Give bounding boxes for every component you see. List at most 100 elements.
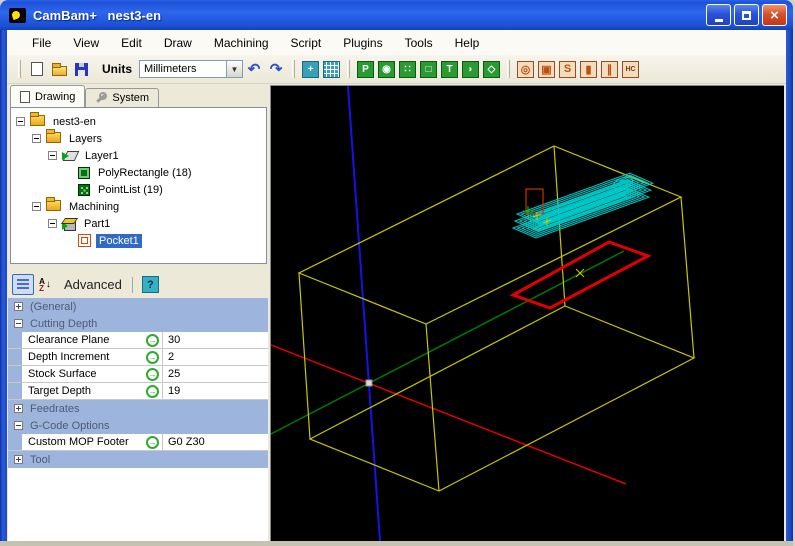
mop-engrave-button[interactable]: S: [559, 61, 576, 78]
units-label: Units: [102, 62, 132, 76]
category-tool[interactable]: Tool: [8, 451, 268, 468]
clearance-plane-value[interactable]: 30: [163, 332, 268, 348]
tree-label-pointlist[interactable]: PointList (19): [95, 183, 166, 197]
category-gcode-options[interactable]: G-Code Options: [8, 417, 268, 434]
folder-icon: [46, 200, 61, 211]
tree-node-pointlist[interactable]: PointList (19): [11, 181, 266, 198]
undo-button[interactable]: ↶: [243, 58, 265, 80]
folder-icon: [30, 115, 45, 126]
property-row-stock-surface[interactable]: Stock Surface → 25: [8, 366, 268, 383]
stock-surface-value[interactable]: 25: [163, 366, 268, 382]
category-feedrates-label: Feedrates: [30, 403, 80, 415]
close-button[interactable]: ×: [762, 4, 787, 26]
expand-icon[interactable]: [14, 404, 23, 413]
depth-increment-value[interactable]: 2: [163, 349, 268, 365]
tree-node-part1[interactable]: Part1: [11, 215, 266, 232]
tree-label-layer1[interactable]: Layer1: [82, 149, 122, 163]
edit-arrow-icon[interactable]: →: [146, 436, 159, 449]
viewport-3d[interactable]: [270, 85, 784, 541]
menu-draw[interactable]: Draw: [153, 33, 203, 53]
category-feedrates[interactable]: Feedrates: [8, 400, 268, 417]
edit-arrow-icon[interactable]: →: [146, 385, 159, 398]
expand-icon[interactable]: [14, 302, 23, 311]
collapse-icon[interactable]: [48, 151, 57, 160]
tree-label-file[interactable]: nest3-en: [50, 115, 99, 129]
edit-arrow-icon[interactable]: →: [146, 368, 159, 381]
open-file-button[interactable]: [48, 58, 70, 80]
tree-label-pocket1[interactable]: Pocket1: [96, 234, 142, 248]
collapse-icon[interactable]: [14, 421, 23, 430]
tree-node-pocket1[interactable]: Pocket1: [11, 232, 266, 249]
tree-node-machining[interactable]: Machining: [11, 198, 266, 215]
collapse-icon[interactable]: [16, 117, 25, 126]
category-general[interactable]: (General): [8, 298, 268, 315]
collapse-icon[interactable]: [14, 319, 23, 328]
draw-pointlist-button[interactable]: ∷: [399, 61, 416, 78]
folder-icon: [46, 132, 61, 143]
tree-node-file[interactable]: nest3-en: [11, 113, 266, 130]
property-row-clearance-plane[interactable]: Clearance Plane → 30: [8, 332, 268, 349]
draw-arc-button[interactable]: ◗: [462, 61, 479, 78]
tree-label-part1[interactable]: Part1: [81, 217, 113, 231]
edit-arrow-icon[interactable]: →: [146, 351, 159, 364]
edit-arrow-icon[interactable]: →: [146, 334, 159, 347]
categorized-view-button[interactable]: [12, 274, 34, 295]
help-button[interactable]: ?: [142, 276, 159, 293]
category-cutting-depth-label: Cutting Depth: [30, 318, 97, 330]
menu-help[interactable]: Help: [444, 33, 491, 53]
new-file-icon: [31, 62, 43, 76]
tab-drawing[interactable]: Drawing: [10, 85, 85, 107]
tree-node-polyrectangle[interactable]: PolyRectangle (18): [11, 164, 266, 181]
tree-label-layers[interactable]: Layers: [66, 132, 105, 146]
menu-edit[interactable]: Edit: [110, 33, 153, 53]
category-cutting-depth[interactable]: Cutting Depth: [8, 315, 268, 332]
mop-drill-button[interactable]: ◎: [517, 61, 534, 78]
draw-surface-button[interactable]: ◇: [483, 61, 500, 78]
draw-circle-button[interactable]: ◉: [378, 61, 395, 78]
layer-icon: [62, 150, 77, 161]
tab-system[interactable]: System: [85, 88, 159, 107]
show-grid-button[interactable]: [323, 61, 340, 78]
advanced-button[interactable]: Advanced: [64, 277, 122, 292]
draw-rectangle-button[interactable]: □: [420, 61, 437, 78]
tree-node-layer1[interactable]: Layer1: [11, 147, 266, 164]
custom-mop-footer-value[interactable]: G0 Z30: [163, 434, 268, 450]
collapse-icon[interactable]: [32, 202, 41, 211]
units-dropdown-button[interactable]: ▼: [227, 60, 243, 78]
mop-lathe-button[interactable]: ∥: [601, 61, 618, 78]
menu-tools[interactable]: Tools: [394, 33, 444, 53]
alphabetical-sort-button[interactable]: AZ↓: [34, 274, 56, 295]
minimize-button[interactable]: [706, 4, 731, 26]
units-combobox[interactable]: Millimeters: [139, 60, 227, 78]
collapse-icon[interactable]: [32, 134, 41, 143]
property-row-target-depth[interactable]: Target Depth → 19: [8, 383, 268, 400]
menu-machining[interactable]: Machining: [203, 33, 280, 53]
save-icon: [75, 63, 88, 76]
viewport-canvas[interactable]: [271, 86, 784, 541]
tree-label-machining[interactable]: Machining: [66, 200, 122, 214]
menu-plugins[interactable]: Plugins: [332, 33, 393, 53]
collapse-icon[interactable]: [48, 219, 57, 228]
menu-file[interactable]: File: [21, 33, 62, 53]
mop-pocket-button[interactable]: ▣: [538, 61, 555, 78]
save-button[interactable]: [70, 58, 92, 80]
new-file-button[interactable]: [26, 58, 48, 80]
draw-text-button[interactable]: T: [441, 61, 458, 78]
tree-label-polyrectangle[interactable]: PolyRectangle (18): [95, 166, 195, 180]
property-row-custom-mop-footer[interactable]: Custom MOP Footer → G0 Z30: [8, 434, 268, 451]
property-row-depth-increment[interactable]: Depth Increment → 2: [8, 349, 268, 366]
toolbar-separator: [132, 277, 133, 293]
target-depth-value[interactable]: 19: [163, 383, 268, 399]
maximize-button[interactable]: [734, 4, 759, 26]
mop-heightmap-button[interactable]: HC: [622, 61, 639, 78]
mop-profile-button[interactable]: ▮: [580, 61, 597, 78]
category-tool-label: Tool: [30, 454, 50, 466]
menu-script[interactable]: Script: [280, 33, 333, 53]
show-axes-button[interactable]: +: [302, 61, 319, 78]
pocket-icon: [78, 234, 91, 247]
menu-view[interactable]: View: [62, 33, 110, 53]
redo-button[interactable]: ↷: [265, 58, 287, 80]
tree-node-layers[interactable]: Layers: [11, 130, 266, 147]
expand-icon[interactable]: [14, 455, 23, 464]
draw-polyline-button[interactable]: P: [357, 61, 374, 78]
